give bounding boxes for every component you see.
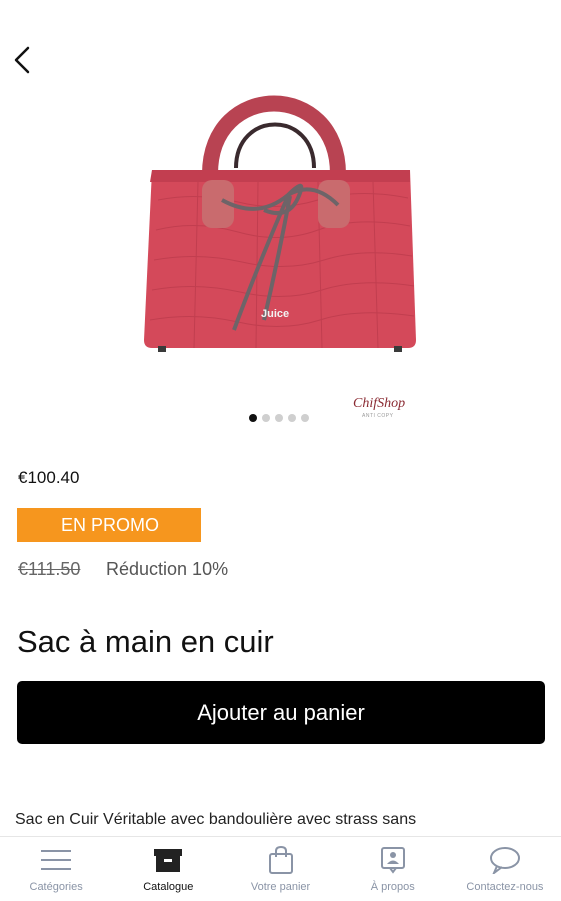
carousel-dot[interactable] (288, 414, 296, 422)
profile-card-icon (376, 845, 410, 875)
nav-item-cart[interactable]: Votre panier (224, 837, 336, 901)
nav-label-catalogue: Catalogue (143, 881, 194, 893)
shop-watermark-sub: ANTI COPY (362, 413, 394, 419)
bag-logo: Juice (261, 308, 290, 320)
back-button[interactable] (8, 42, 36, 78)
add-to-cart-button[interactable]: Ajouter au panier (17, 681, 545, 744)
promo-badge: EN PROMO (17, 508, 201, 542)
nav-label-cart: Votre panier (250, 881, 311, 893)
product-title: Sac à main en cuir (17, 624, 274, 659)
carousel-dot[interactable] (249, 414, 257, 422)
box-icon (151, 845, 185, 875)
nav-item-categories[interactable]: Catégories (0, 837, 112, 901)
nav-item-about[interactable]: À propos (337, 837, 449, 901)
chat-bubble-icon (488, 845, 522, 875)
carousel-dot[interactable] (262, 414, 270, 422)
product-image[interactable]: Juice (138, 70, 423, 360)
chevron-left-icon (14, 46, 30, 74)
bottom-nav: Catégories Catalogue Votre panier À prop… (0, 836, 561, 901)
carousel-dots (249, 414, 309, 422)
old-price: €111.50 (18, 559, 81, 579)
menu-icon (39, 845, 73, 875)
product-price: €100.40 (18, 468, 80, 487)
discount-label: Réduction 10% (106, 559, 229, 579)
carousel-dot[interactable] (275, 414, 283, 422)
nav-item-contact[interactable]: Contactez-nous (449, 837, 561, 901)
carousel-dot[interactable] (301, 414, 309, 422)
nav-label-contact: Contactez-nous (466, 881, 544, 893)
nav-label-about: À propos (370, 881, 415, 893)
nav-item-catalogue[interactable]: Catalogue (112, 837, 224, 901)
shopping-bag-icon (264, 845, 298, 875)
shop-watermark: ChifShop (353, 396, 406, 411)
nav-label-categories: Catégories (29, 881, 83, 893)
product-description: Sac en Cuir Véritable avec bandoulière a… (15, 811, 417, 828)
